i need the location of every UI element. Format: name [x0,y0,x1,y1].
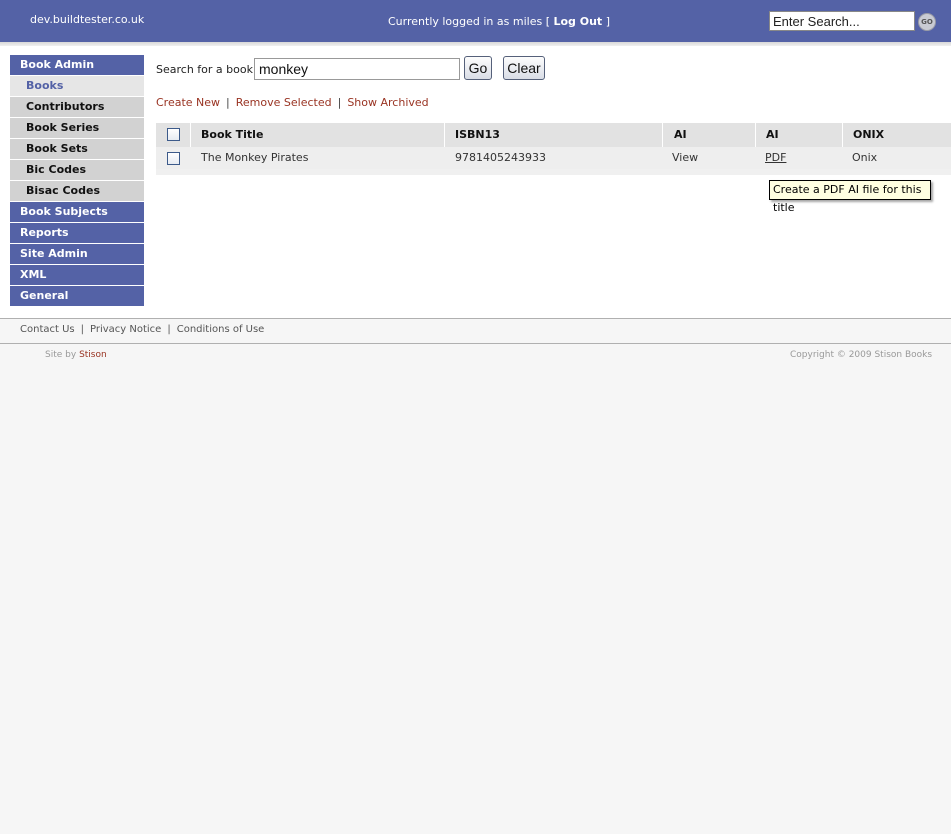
action-separator: | [226,96,230,109]
column-divider [755,123,756,147]
column-divider [662,123,663,147]
column-header-ai-pdf: AI [766,128,779,141]
column-header-ai-view: AI [674,128,687,141]
sidebar-nav: Book Admin Books Contributors Book Serie… [10,55,144,307]
sidebar-item-bisac-codes[interactable]: Bisac Codes [10,181,144,201]
sidebar-item-xml[interactable]: XML [10,265,144,285]
column-divider [190,123,191,147]
table-header: Book Title ISBN13 AI AI ONIX [156,123,951,147]
sidebar-item-book-series[interactable]: Book Series [10,118,144,138]
remove-selected-link[interactable]: Remove Selected [236,96,332,109]
sidebar-item-books[interactable]: Books [10,76,144,96]
sidebar-item-book-sets[interactable]: Book Sets [10,139,144,159]
column-divider [444,123,445,147]
site-by-prefix: Site by [45,350,77,360]
ai-view-link[interactable]: View [672,147,698,169]
book-search-input[interactable] [254,58,460,80]
sidebar-item-general[interactable]: General [10,286,144,306]
column-header-book-title[interactable]: Book Title [201,123,263,147]
copyright: Copyright © 2009 Stison Books [790,350,933,360]
site-search-go-button[interactable]: GO [918,13,936,31]
logout-link[interactable]: Log Out [553,15,602,28]
table-bottom [156,169,951,175]
footer-divider-top [0,318,951,319]
sidebar-item-site-admin[interactable]: Site Admin [10,244,144,264]
table-row: The Monkey Pirates 9781405243933 View PD… [156,147,951,169]
column-header-onix: ONIX [853,128,885,141]
sidebar-item-reports[interactable]: Reports [10,223,144,243]
book-search-label: Search for a book: [156,63,257,76]
show-archived-link[interactable]: Show Archived [347,96,428,109]
site-by: Site by Stison [45,350,107,360]
column-header-isbn13[interactable]: ISBN13 [455,123,500,147]
select-all-checkbox[interactable] [167,128,180,141]
footer-divider-bottom [0,343,951,344]
contact-us-link[interactable]: Contact Us [20,324,75,335]
sidebar-item-bic-codes[interactable]: Bic Codes [10,160,144,180]
go-button[interactable]: Go [464,56,492,80]
row-select-checkbox[interactable] [167,152,180,165]
site-name[interactable]: dev.buildtester.co.uk [30,13,144,26]
clear-button[interactable]: Clear [503,56,545,80]
book-actions: Create New | Remove Selected | Show Archived [156,96,429,109]
action-separator: | [337,96,342,109]
sidebar-item-book-subjects[interactable]: Book Subjects [10,202,144,222]
footer-separator: | [80,324,84,335]
top-header: dev.buildtester.co.uk Currently logged i… [0,0,951,42]
footer-links: Contact Us | Privacy Notice | Conditions of … [20,324,264,335]
conditions-of-use-link[interactable]: Conditions of Use [177,324,265,335]
isbn-value: 9781405243933 [455,151,546,164]
site-by-link[interactable]: Stison [79,350,107,360]
ai-pdf-link[interactable]: PDF [765,147,786,169]
pdf-tooltip: Create a PDF AI file for this title [769,180,931,214]
create-new-link[interactable]: Create New [156,96,220,109]
privacy-notice-link[interactable]: Privacy Notice [90,324,161,335]
onix-link[interactable]: Onix [852,147,877,169]
sidebar-item-book-admin[interactable]: Book Admin [10,55,144,75]
login-status: Currently logged in as miles [ Log Out ] [388,15,610,28]
login-text: Currently logged in as miles [ [388,15,550,28]
book-title-link[interactable]: The Monkey Pirates [201,147,308,169]
login-close: ] [605,15,610,28]
site-search-input[interactable] [769,11,915,31]
sidebar-item-contributors[interactable]: Contributors [10,97,144,117]
footer-separator: | [167,324,171,335]
books-table: Book Title ISBN13 AI AI ONIX The Monkey … [156,123,951,175]
column-divider [842,123,843,147]
